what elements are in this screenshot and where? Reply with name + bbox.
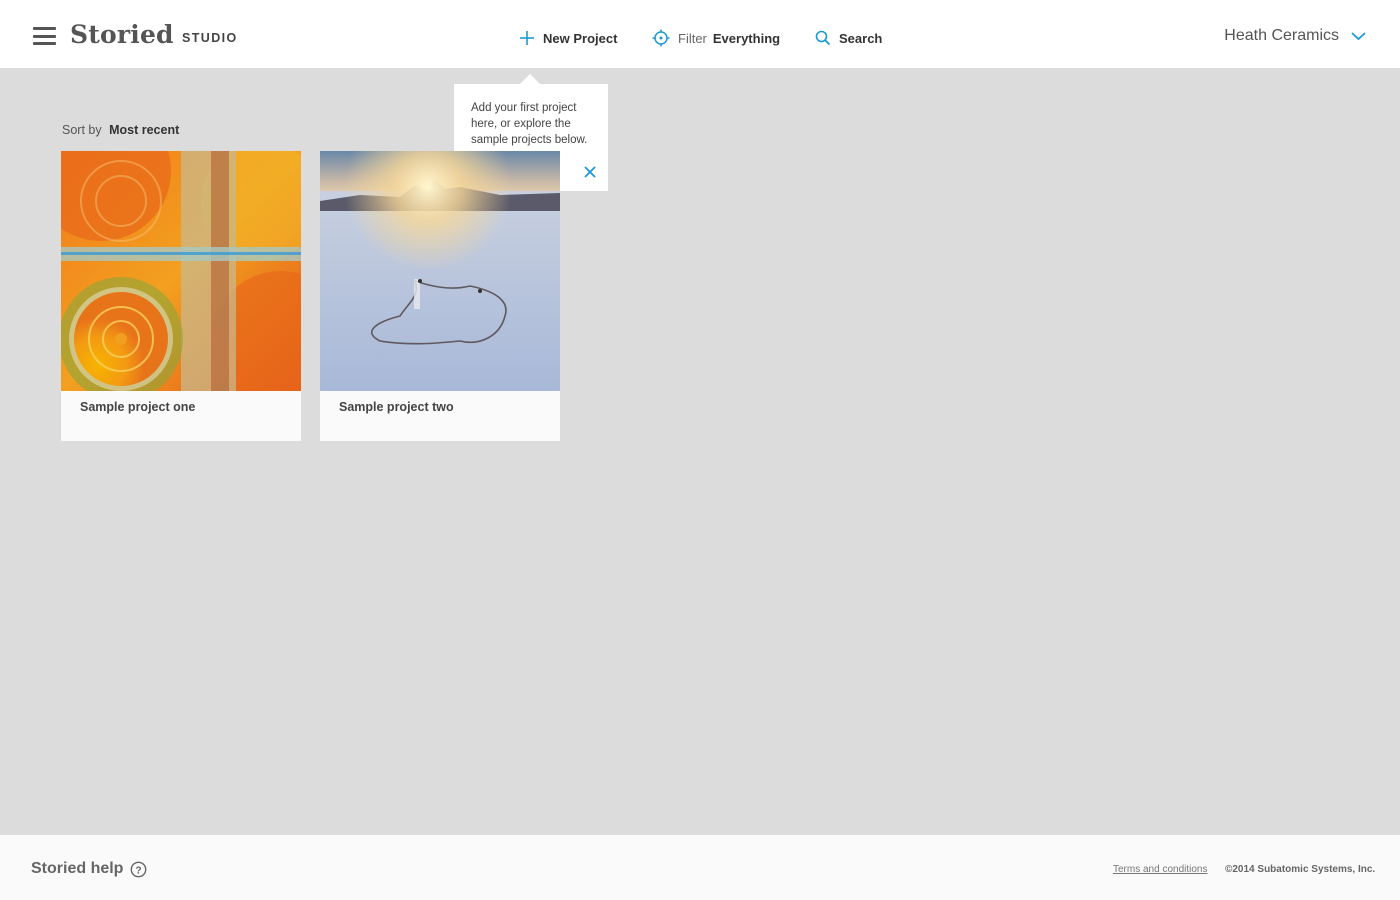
filter-button[interactable]: Filter Everything xyxy=(652,28,780,48)
copyright: ©2014 Subatomic Systems, Inc. xyxy=(1225,864,1376,875)
help-icon: ? xyxy=(131,861,147,877)
new-project-button[interactable]: New Project xyxy=(519,28,617,48)
close-icon[interactable] xyxy=(584,166,596,178)
filter-value: Everything xyxy=(712,30,781,46)
menu-icon[interactable] xyxy=(33,27,56,45)
project-thumbnail xyxy=(61,151,301,391)
logo[interactable]: Storied xyxy=(70,20,174,49)
top-header: Storied STUDIO New Project Filter Everyt… xyxy=(0,0,1400,68)
project-card[interactable]: Sample project two xyxy=(320,151,560,441)
footer: Storied help ? Terms and conditions ©201… xyxy=(0,835,1400,900)
svg-text:?: ? xyxy=(136,865,142,876)
help-link[interactable]: Storied help ? xyxy=(31,860,147,878)
new-project-label: New Project xyxy=(543,30,618,46)
tooltip-text: Add your first project here, or explore … xyxy=(471,102,588,146)
chevron-down-icon xyxy=(1351,32,1366,41)
search-icon xyxy=(815,30,831,46)
project-thumbnail xyxy=(320,151,560,391)
terms-link[interactable]: Terms and conditions xyxy=(1113,864,1208,875)
sort-label: Sort by xyxy=(62,123,102,137)
sort-value[interactable]: Most recent xyxy=(109,123,179,137)
plus-icon xyxy=(520,31,534,45)
help-label: Storied help xyxy=(31,860,124,877)
filter-label: Filter xyxy=(678,30,707,46)
logo-subtitle: STUDIO xyxy=(182,31,238,45)
crosshair-icon xyxy=(652,29,670,47)
account-name: Heath Ceramics xyxy=(1224,27,1339,44)
project-title: Sample project two xyxy=(339,400,454,414)
sort-control: Sort by Most recent xyxy=(62,123,179,137)
search-label: Search xyxy=(839,30,883,46)
search-button[interactable]: Search xyxy=(815,28,882,48)
account-switcher[interactable]: Heath Ceramics xyxy=(1224,27,1366,45)
project-title: Sample project one xyxy=(80,400,196,414)
project-card[interactable]: Sample project one xyxy=(61,151,301,441)
